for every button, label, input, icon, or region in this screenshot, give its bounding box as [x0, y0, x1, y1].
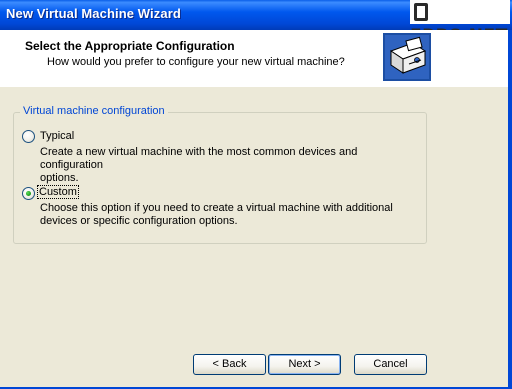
- wizard-window: New Virtual Machine Wizard EBBS.NET Sele…: [0, 0, 512, 389]
- wizard-header: Select the Appropriate Configuration How…: [0, 30, 512, 87]
- custom-radio[interactable]: [22, 187, 35, 200]
- custom-description-line1: Choose this option if you need to create…: [40, 202, 393, 214]
- window-title: New Virtual Machine Wizard: [6, 6, 181, 21]
- group-label: Virtual machine configuration: [20, 105, 168, 117]
- typical-description-line1: Create a new virtual machine with the mo…: [40, 146, 358, 171]
- typical-description: Create a new virtual machine with the mo…: [40, 146, 420, 185]
- window-border-right: [508, 30, 512, 389]
- cancel-button[interactable]: Cancel: [354, 354, 427, 375]
- logo-icon: [414, 3, 428, 21]
- custom-description-line2: devices or specific configuration option…: [40, 215, 238, 227]
- typical-description-line2: options.: [40, 172, 79, 184]
- next-button[interactable]: Next >: [268, 354, 341, 375]
- page-subtitle: How would you prefer to configure your n…: [47, 56, 345, 68]
- watermark-logo: EBBS.NET: [410, 0, 510, 46]
- custom-description: Choose this option if you need to create…: [40, 202, 420, 228]
- header-divider: [0, 86, 512, 87]
- typical-radio[interactable]: [22, 130, 35, 143]
- page-title: Select the Appropriate Configuration: [25, 39, 235, 53]
- custom-label[interactable]: Custom: [37, 185, 79, 199]
- title-bar[interactable]: New Virtual Machine Wizard EBBS.NET: [0, 0, 512, 46]
- vm-wizard-icon: [383, 33, 431, 81]
- typical-label[interactable]: Typical: [40, 130, 74, 142]
- back-button[interactable]: < Back: [193, 354, 266, 375]
